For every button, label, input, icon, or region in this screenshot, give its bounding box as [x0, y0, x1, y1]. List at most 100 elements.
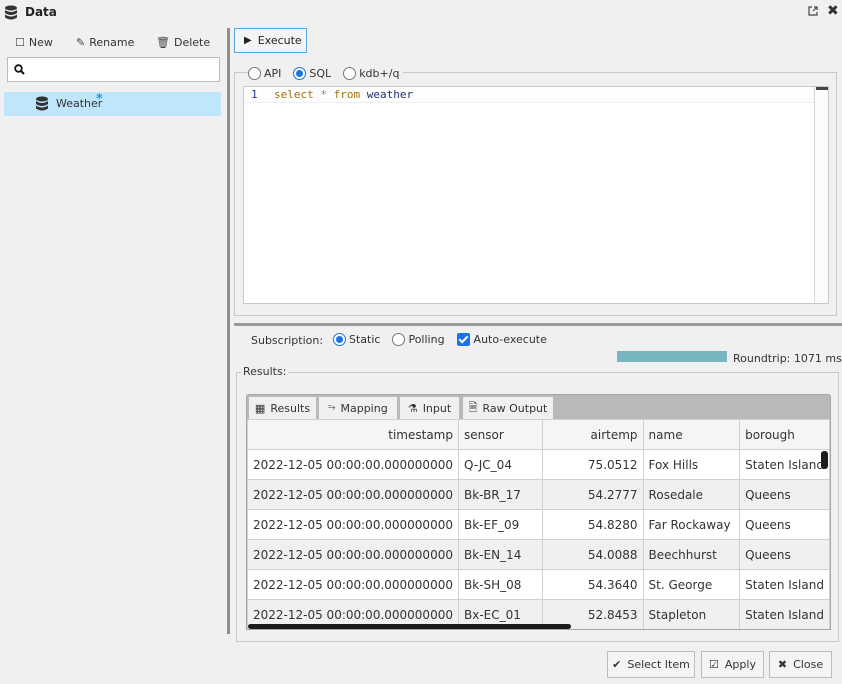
- select-item-label: Select Item: [627, 658, 690, 671]
- tab-input[interactable]: ⚗ Input: [400, 397, 459, 419]
- cell-timestamp: 2022-12-05 00:00:00.000000000: [247, 509, 459, 540]
- close-icon[interactable]: ✖: [827, 4, 839, 18]
- tab-mapping[interactable]: ⥲ Mapping: [319, 397, 397, 419]
- cell-airtemp: 75.0512: [542, 449, 644, 480]
- results-group-label: Results:: [241, 365, 289, 378]
- mode-sql-radio[interactable]: SQL: [293, 66, 332, 80]
- cell-name: St. George: [642, 569, 741, 600]
- table-identifier: weather: [366, 88, 414, 101]
- radio-circle: [293, 66, 307, 80]
- tab-mapping-label: Mapping: [340, 401, 388, 415]
- cell-airtemp: 54.2777: [542, 479, 644, 510]
- cell-timestamp: 2022-12-05 00:00:00.000000000: [247, 479, 459, 510]
- keyword-from: from: [333, 88, 361, 101]
- query-editor[interactable]: 1 select * from weather: [243, 86, 829, 304]
- select-item-button[interactable]: ✔ Select Item: [607, 651, 695, 678]
- rename-label: Rename: [89, 35, 135, 49]
- query-mode-selector: API SQL kdb+/q: [248, 65, 404, 81]
- keyword-select: select: [274, 88, 314, 101]
- static-label: Static: [349, 333, 381, 346]
- table-row[interactable]: 2022-12-05 00:00:00.000000000 Bk-EN_14 5…: [247, 539, 830, 570]
- cell-borough: Staten Island: [739, 599, 830, 629]
- cell-timestamp: 2022-12-05 00:00:00.000000000: [247, 569, 459, 600]
- column-header-airtemp[interactable]: airtemp: [542, 419, 644, 450]
- cell-borough: Queens: [739, 479, 830, 510]
- mode-kdb-radio[interactable]: kdb+/q: [343, 66, 400, 80]
- mode-api-label: API: [264, 66, 282, 80]
- delete-label: Delete: [173, 35, 211, 49]
- horizontal-splitter[interactable]: [234, 323, 842, 326]
- apply-label: Apply: [724, 658, 756, 671]
- cell-timestamp: 2022-12-05 00:00:00.000000000: [247, 449, 459, 480]
- table-horizontal-scrollbar[interactable]: [248, 624, 571, 629]
- rename-button[interactable]: ✎ Rename: [76, 34, 134, 50]
- cell-timestamp: 2022-12-05 00:00:00.000000000: [247, 539, 459, 570]
- new-icon: ☐: [15, 35, 25, 49]
- modified-marker: *: [96, 92, 103, 107]
- polling-radio[interactable]: Polling: [392, 333, 445, 346]
- cell-name: Stapleton: [642, 599, 741, 629]
- table-header-row: timestamp sensor airtemp name borough: [247, 419, 830, 450]
- mode-sql-label: SQL: [309, 66, 332, 80]
- apply-button[interactable]: ☑ Apply: [701, 651, 764, 678]
- editor-scrollbar[interactable]: [814, 87, 828, 303]
- table-row[interactable]: 2022-12-05 00:00:00.000000000 Bk-SH_08 5…: [247, 569, 830, 600]
- cell-borough: Queens: [739, 539, 830, 570]
- cell-sensor: Q-JC_04: [457, 449, 544, 480]
- table-vertical-scrollbar[interactable]: [821, 451, 828, 469]
- database-icon: [36, 96, 48, 111]
- cell-borough: Queens: [739, 509, 830, 540]
- search-icon: [14, 64, 25, 75]
- execute-button[interactable]: ▶ Execute: [234, 28, 307, 53]
- radio-circle: [333, 333, 346, 346]
- tab-raw-output-label: Raw Output: [482, 401, 548, 415]
- tab-raw-output[interactable]: 🗎 Raw Output: [463, 397, 553, 419]
- cell-name: Far Rockaway: [642, 509, 741, 540]
- delete-button[interactable]: 🗑 Delete: [156, 34, 210, 50]
- subscription-label: Subscription:: [251, 334, 324, 347]
- auto-execute-label: Auto-execute: [473, 333, 547, 346]
- tree-item-weather[interactable]: Weather *: [4, 92, 221, 116]
- mode-kdb-label: kdb+/q: [359, 66, 400, 80]
- table-row[interactable]: 2022-12-05 00:00:00.000000000 Bk-EF_09 5…: [247, 509, 830, 540]
- query-code[interactable]: select * from weather: [274, 88, 413, 101]
- subscription-options: Static Polling Auto-execute: [333, 333, 547, 346]
- radio-circle: [392, 333, 406, 346]
- column-header-name[interactable]: name: [642, 419, 741, 450]
- window-title: Data: [25, 5, 57, 19]
- new-button[interactable]: ☐ New: [15, 34, 53, 50]
- search-input[interactable]: [30, 60, 215, 79]
- table-row[interactable]: 2022-12-05 00:00:00.000000000 Q-JC_04 75…: [247, 449, 830, 480]
- close-button[interactable]: ✖ Close: [769, 651, 832, 678]
- auto-execute-checkbox[interactable]: Auto-execute: [456, 333, 547, 346]
- column-header-borough[interactable]: borough: [739, 419, 830, 450]
- cell-name: Beechhurst: [642, 539, 741, 570]
- check-icon: ✔: [612, 658, 622, 671]
- tab-results[interactable]: ▦ Results: [249, 397, 316, 419]
- tab-input-label: Input: [422, 401, 452, 415]
- table-row[interactable]: 2022-12-05 00:00:00.000000000 Bk-BR_17 5…: [247, 479, 830, 510]
- column-header-sensor[interactable]: sensor: [457, 419, 544, 450]
- column-header-timestamp[interactable]: timestamp: [247, 419, 459, 450]
- new-label: New: [28, 35, 53, 49]
- static-radio[interactable]: Static: [333, 333, 380, 346]
- results-table: timestamp sensor airtemp name borough 20…: [246, 419, 831, 630]
- close-label: Close: [793, 658, 824, 671]
- edit-icon: ✎: [76, 35, 86, 49]
- vertical-splitter[interactable]: [227, 28, 230, 634]
- document-icon: 🗎: [468, 400, 478, 414]
- checkbox-box: [456, 333, 470, 346]
- checkbox-checked-icon: ☑: [709, 658, 719, 671]
- cell-sensor: Bk-SH_08: [457, 569, 544, 600]
- close-icon: ✖: [777, 658, 788, 671]
- cell-borough: Staten Island: [739, 449, 830, 480]
- mode-api-radio[interactable]: API: [248, 66, 282, 80]
- progress-bar: [617, 351, 727, 362]
- polling-label: Polling: [408, 333, 445, 346]
- cell-airtemp: 54.0088: [542, 539, 644, 570]
- cell-borough: Staten Island: [739, 569, 830, 600]
- cell-airtemp: 54.8280: [542, 509, 644, 540]
- search-field[interactable]: [7, 57, 220, 82]
- execute-label: Execute: [257, 34, 302, 47]
- popout-icon[interactable]: [807, 5, 819, 17]
